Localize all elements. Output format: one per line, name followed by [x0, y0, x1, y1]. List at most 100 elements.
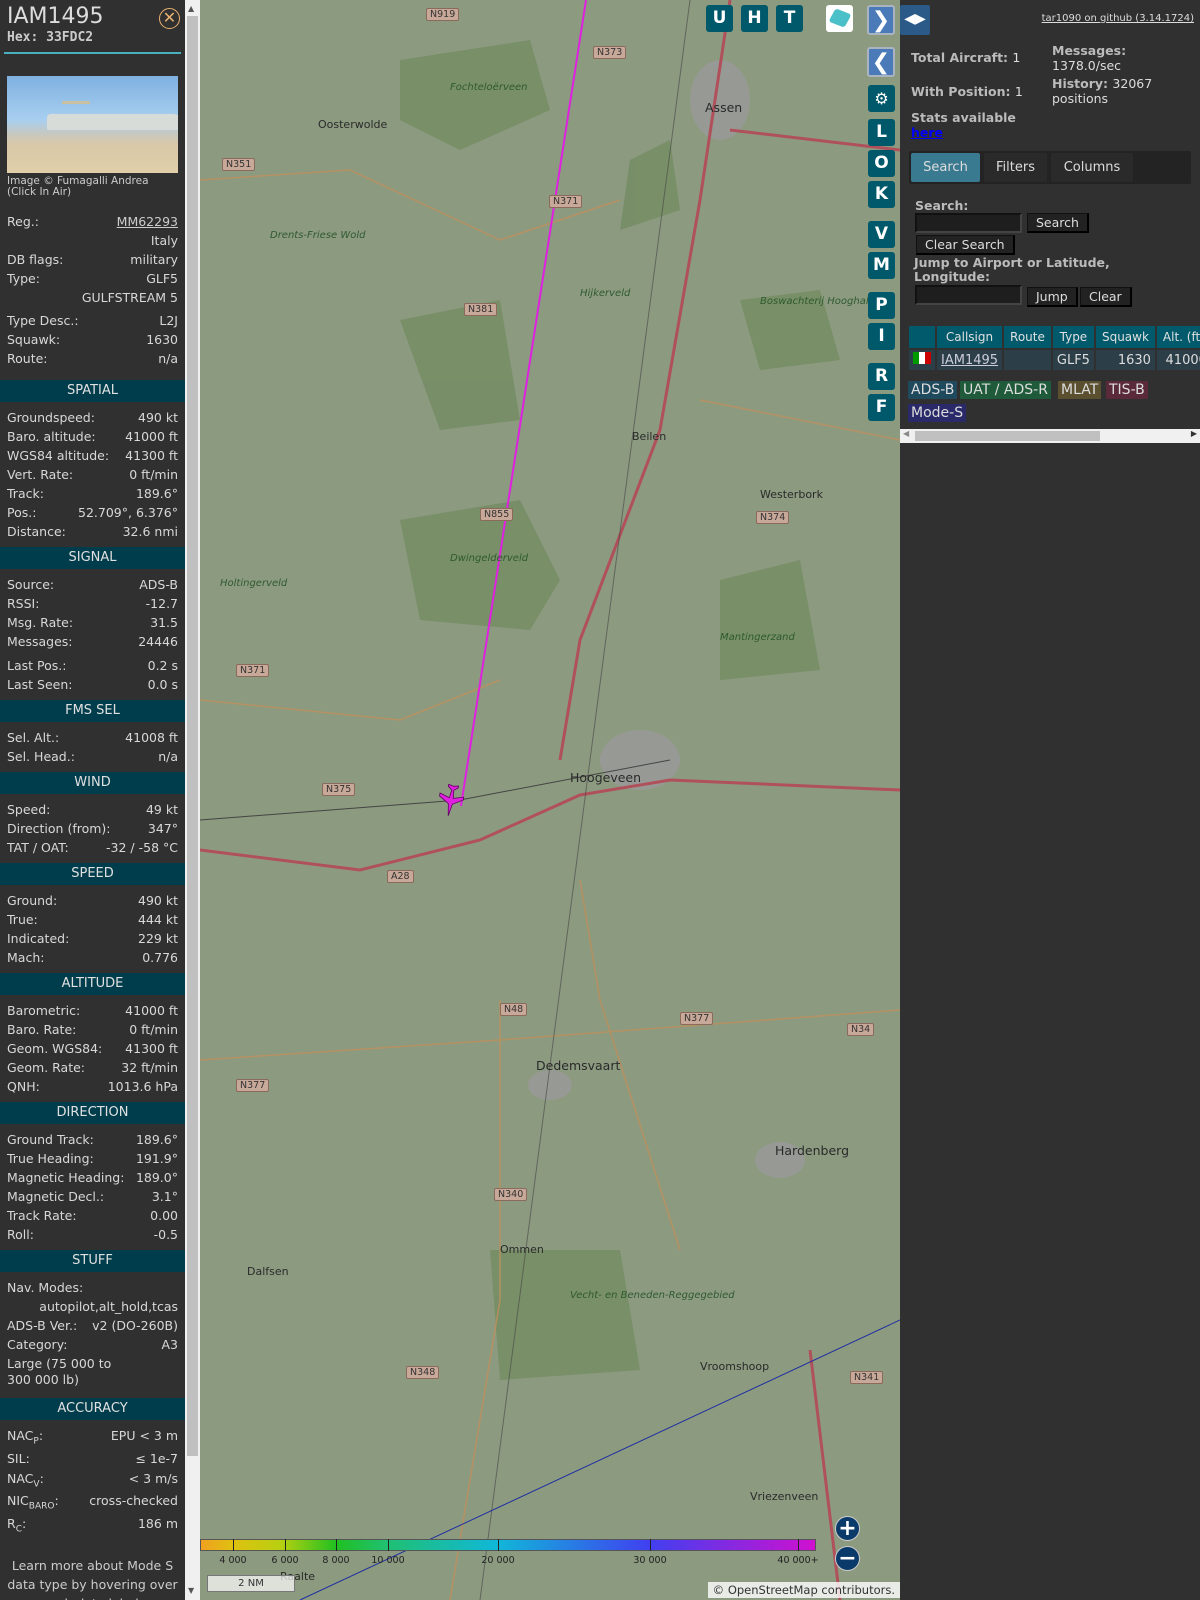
legend-label: 6 000: [271, 1555, 299, 1566]
zoom-in-button[interactable]: +: [835, 1516, 860, 1541]
source-badge-mlat: MLAT: [1058, 381, 1102, 399]
detail-label: Track:: [7, 486, 44, 501]
column-header-callsign[interactable]: Callsign: [937, 326, 1003, 348]
detail-label: True:: [7, 912, 38, 927]
openstreetmap-link[interactable]: OpenStreetMap: [728, 1583, 818, 1597]
altitude-color-legend: [200, 1539, 816, 1551]
column-header-squawk[interactable]: Squawk: [1095, 326, 1155, 348]
road-label: N340: [494, 1188, 528, 1201]
collapse-left-icon[interactable]: ❮: [867, 47, 895, 77]
search-input[interactable]: [915, 213, 1022, 233]
with-position: With Position: 1: [911, 84, 1023, 99]
table-row[interactable]: IAM1495 GLF5 1630 41000: [909, 350, 1200, 370]
detail-label: QNH:: [7, 1079, 40, 1094]
detail-label: Roll:: [7, 1227, 34, 1242]
stats-link[interactable]: here: [911, 125, 943, 140]
detail-row: Vert. Rate: 0 ft/min: [7, 465, 178, 484]
place-label: Vroomshoop: [700, 1360, 770, 1373]
town-area: [528, 1070, 572, 1100]
road-label: N351: [222, 158, 256, 171]
toggle-panel-icon[interactable]: ◀▶: [900, 5, 930, 35]
tab-bar: Search Filters Columns: [909, 151, 1191, 184]
map-button-k[interactable]: K: [868, 181, 895, 208]
detail-row: Msg. Rate: 31.5: [7, 613, 178, 632]
section-header-accuracy: ACCURACY: [0, 1398, 185, 1420]
table-horizontal-scrollbar[interactable]: ◀ ▶: [900, 429, 1200, 443]
jump-button[interactable]: Jump: [1027, 287, 1078, 307]
history-positions: History: 32067 positions: [1052, 76, 1153, 106]
jump-label: Jump to Airport or Latitude, Longitude:: [914, 255, 1110, 284]
detail-value: 189.6°: [135, 1132, 178, 1147]
section-rows: Source: ADS-B RSSI: -12.7 Msg. Rate: 31.5 Mess…: [0, 575, 185, 694]
photo-caption[interactable]: Image © Fumagalli Andrea (Click In Air): [0, 173, 185, 198]
legend-tick: [498, 1539, 499, 1551]
detail-label: Magnetic Decl.:: [7, 1189, 105, 1204]
jump-input[interactable]: [915, 285, 1022, 305]
adsb-version-label: ADS-B Ver.:: [7, 1318, 78, 1333]
clear-search-button[interactable]: Clear Search: [916, 235, 1015, 255]
map-button-t[interactable]: T: [776, 5, 803, 32]
map-button-h[interactable]: H: [741, 5, 768, 32]
map-button-l[interactable]: L: [868, 119, 895, 146]
version-link[interactable]: tar1090 on github (3.14.1724): [1042, 13, 1194, 24]
road-label: N373: [593, 46, 627, 59]
detail-value: 52.709°, 6.376°: [78, 505, 178, 520]
detail-label: Msg. Rate:: [7, 615, 74, 630]
column-header-type[interactable]: Type: [1052, 326, 1094, 348]
nic-baro-value: cross-checked: [89, 1493, 178, 1508]
map-button-f[interactable]: F: [868, 394, 895, 421]
left-panel-scrollbar[interactable]: ▲ ▼: [185, 0, 200, 1600]
section-header-signal: SIGNAL: [0, 547, 185, 569]
detail-value: n/a: [158, 749, 178, 764]
column-header-route[interactable]: Route: [1004, 326, 1051, 348]
map[interactable]: Assen Beilen Hoogeveen Westerbork Dedemsvaar…: [200, 0, 900, 1600]
detail-row: Magnetic Decl.: 3.1°: [7, 1187, 178, 1206]
map-button-o[interactable]: O: [868, 150, 895, 177]
clear-button[interactable]: Clear: [1080, 287, 1132, 307]
detail-row: Indicated: 229 kt: [7, 929, 178, 948]
road-label: N374: [756, 511, 790, 524]
map-button-p[interactable]: P: [868, 292, 895, 319]
place-label: Hardenberg: [775, 1143, 850, 1158]
forest-area: [620, 140, 680, 230]
map-button-i[interactable]: I: [868, 323, 895, 350]
aircraft-marker-icon[interactable]: [436, 783, 465, 818]
detail-row: True Heading: 191.9°: [7, 1149, 178, 1168]
search-button[interactable]: Search: [1027, 213, 1089, 233]
detail-row: True: 444 kt: [7, 910, 178, 929]
detail-value: 49 kt: [145, 802, 178, 817]
place-label: Drents-Friese Wold: [270, 230, 366, 241]
aircraft-photo[interactable]: [7, 76, 178, 173]
map-button-u[interactable]: U: [706, 5, 733, 32]
detail-label: Geom. WGS84:: [7, 1041, 103, 1056]
detail-value: 490 kt: [138, 893, 178, 908]
expand-right-icon[interactable]: ❯: [867, 5, 895, 35]
info-value: L2J: [159, 313, 178, 328]
altitude-cell: 41000: [1156, 350, 1200, 370]
column-header-flag[interactable]: [909, 326, 935, 348]
detail-label: RSSI:: [7, 596, 40, 611]
tab-search[interactable]: Search: [911, 153, 980, 182]
nav-modes-label: Nav. Modes:: [7, 1280, 84, 1295]
place-label: Holtingerveld: [220, 578, 288, 589]
tab-columns[interactable]: Columns: [1051, 153, 1133, 182]
map-button-r[interactable]: R: [868, 363, 895, 390]
detail-label: Last Seen:: [7, 677, 73, 692]
detail-row: Roll: -0.5: [7, 1225, 178, 1244]
detail-row: TAT / OAT: -32 / -58 °C: [7, 838, 178, 857]
close-icon[interactable]: ✕: [159, 8, 180, 29]
zoom-out-button[interactable]: −: [835, 1546, 860, 1571]
section-header-wind: WIND: [0, 772, 185, 794]
info-value[interactable]: MM62293: [117, 212, 178, 231]
column-header-altft[interactable]: Alt. (ft): [1156, 326, 1200, 348]
settings-gear-icon[interactable]: ⚙: [868, 85, 895, 112]
detail-row: Sel. Head.: n/a: [7, 747, 178, 766]
info-value: military: [130, 252, 178, 267]
tab-filters[interactable]: Filters: [984, 153, 1047, 182]
map-button-v[interactable]: V: [868, 221, 895, 248]
callsign-link[interactable]: IAM1495: [941, 353, 998, 368]
layers-icon[interactable]: [826, 5, 853, 32]
nacp-value: EPU < 3 m: [110, 1428, 178, 1443]
road-label: N855: [480, 508, 514, 521]
map-button-m[interactable]: M: [868, 252, 895, 279]
